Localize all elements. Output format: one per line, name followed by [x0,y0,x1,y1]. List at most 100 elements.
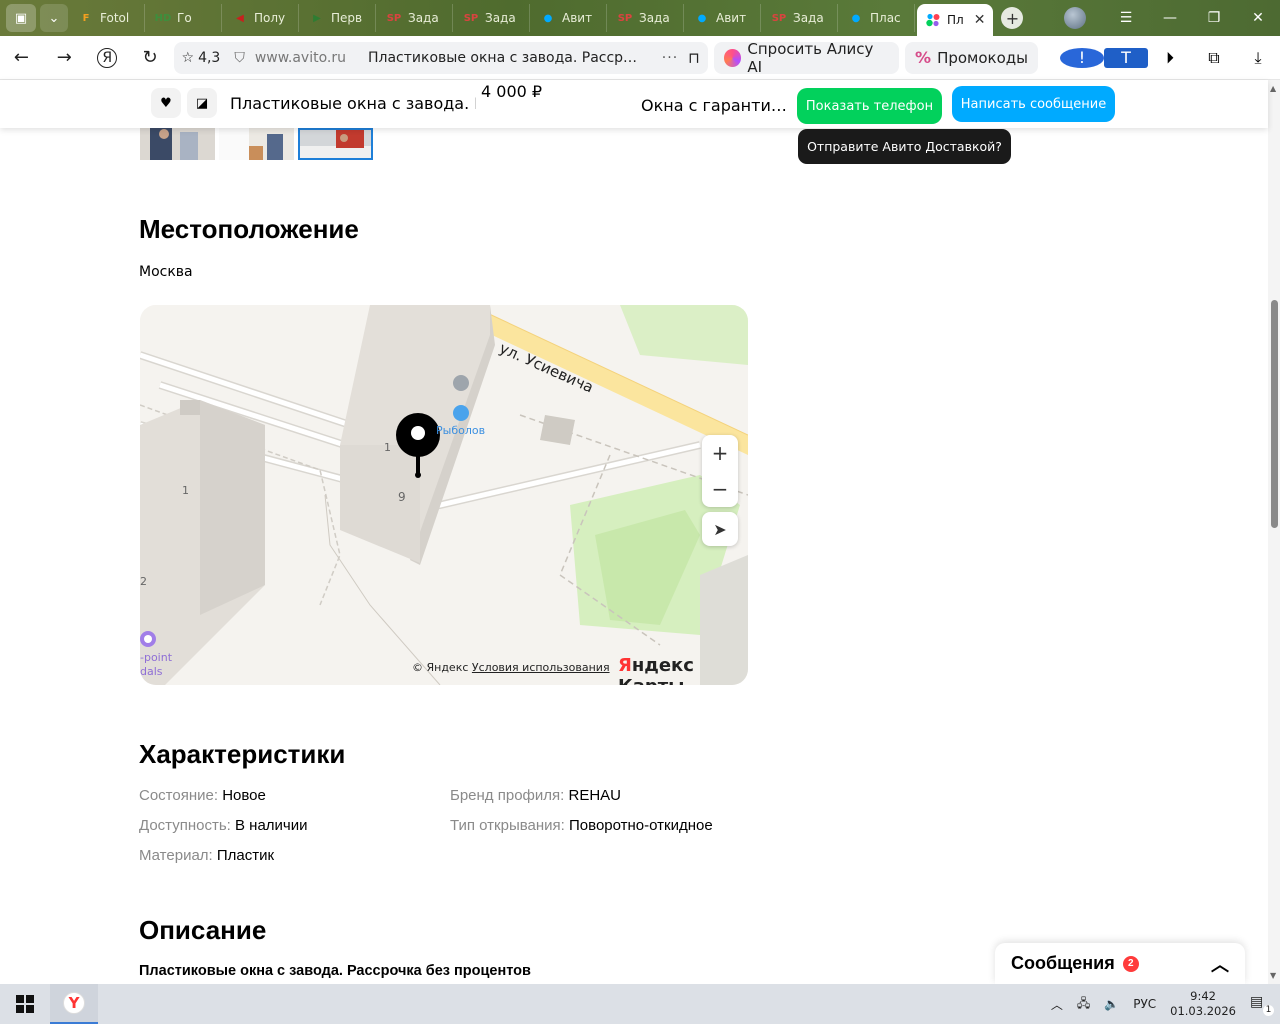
clock[interactable]: 9:42 01.03.2026 [1170,989,1236,1019]
tab-favicon-icon: HD [154,12,172,24]
os-taskbar: Y ︿ 🖧 🔈 РУС 9:42 01.03.2026 ▤ 1 [0,984,1280,1024]
map-house-number: 9 [398,490,406,504]
rating-value: 4,3 [198,49,221,66]
copyright-text: © Яндекс [412,661,469,674]
windows-icon [16,995,34,1013]
menu-icon[interactable]: ☰ [1104,10,1148,26]
map-poi2-line1: -point [140,651,173,664]
tab-favicon-icon: ◀ [236,12,244,24]
alice-label: Спросить Алису AI [747,39,874,76]
tab-active[interactable]: Пл ✕ [917,4,994,36]
scrollbar-thumb[interactable] [1271,300,1278,528]
bookmark-icon[interactable]: ⊓ [688,49,700,67]
location-city: Москва [139,264,193,280]
map-entrance-label: 1 [384,441,391,454]
thumbnail-1[interactable] [140,128,215,160]
language-indicator[interactable]: РУС [1133,997,1156,1011]
more-icon[interactable]: ··· [662,50,678,66]
forward-button[interactable]: → [43,36,86,80]
site-rating[interactable]: ☆ 4,3 [182,50,221,66]
tab-3[interactable]: ◀ Полу [224,4,299,32]
extension-shield-button[interactable]: ! [1060,47,1104,68]
messages-widget[interactable]: Сообщения 2 ︿ [995,943,1245,984]
map-label-2: 2 [140,575,147,588]
address-bar[interactable]: ☆ 4,3 ⛉ www.avito.ru Пластиковые окна с … [173,41,708,74]
char-row: Материал: Пластик [139,847,274,864]
zoom-out-button[interactable]: − [712,471,729,507]
translate-icon: T [1104,47,1148,68]
profile-avatar[interactable] [1064,7,1086,29]
sidebar-toggle-button[interactable]: ▣ [6,4,36,32]
tab-5[interactable]: SP Зада [378,4,453,32]
char-key: Доступность: [139,817,231,834]
tab-2[interactable]: HD Го [147,4,222,32]
tab-1[interactable]: F Fotol [70,4,145,32]
show-phone-button[interactable]: Показать телефон [797,88,942,124]
collections-button[interactable]: ⧉ [1192,48,1236,68]
char-key: Состояние: [139,787,219,804]
media-button[interactable]: ⏵ [1148,48,1192,68]
app-icon: ▣ [14,10,28,26]
downloads-button[interactable]: ⤓ [1236,48,1280,68]
back-button[interactable]: ← [0,36,43,80]
tray-chevron-icon[interactable]: ︿ [1051,996,1063,1013]
tab-11[interactable]: ● Плас [840,4,915,32]
ask-alice-button[interactable]: Спросить Алису AI [713,39,900,76]
zoom-in-button[interactable]: + [712,435,729,471]
sticky-title: Пластиковые окна с завода. Р… [230,94,476,113]
tab-10[interactable]: SP Зада [763,4,838,32]
close-icon[interactable]: ✕ [974,12,986,28]
address-bar-row: ← → Я ↻ ☆ 4,3 ⛉ www.avito.ru Пластиковые… [0,36,1280,80]
thumbnail-2[interactable] [219,128,294,160]
tab-favicon-icon: SP [771,12,787,24]
extension-translate-button[interactable]: T [1104,47,1148,68]
network-icon[interactable]: 🖧 [1077,994,1090,1015]
page-scrollbar[interactable]: ▲ ▼ [1268,80,1280,984]
tab-label: Зада [639,11,670,25]
taskbar-yandex-browser[interactable]: Y [50,984,98,1024]
minimize-icon[interactable]: — [1148,10,1192,26]
map[interactable]: ул. Усиевича Рыболов 9 1 1 2 -point dals… [140,305,748,685]
reload-icon: ↻ [142,47,158,68]
chevron-up-icon[interactable]: ︿ [1211,951,1229,977]
geolocate-button[interactable]: ➤ [702,512,738,546]
promo-button[interactable]: % Промокоды [905,41,1038,74]
tab-4[interactable]: ▶ Перв [301,4,376,32]
description-first-line: Пластиковые окна с завода. Рассрочка без… [139,963,531,979]
new-tab-button[interactable]: + [1001,7,1024,29]
location-heading: Местоположение [139,214,359,244]
scroll-up-icon[interactable]: ▲ [1270,84,1276,93]
terms-link[interactable]: Условия использования [472,661,610,674]
restore-icon[interactable]: ❐ [1192,10,1236,26]
tab-8[interactable]: SP Зада [609,4,684,32]
heart-icon: ♥ [160,95,172,111]
tabs-menu-button[interactable]: ⌄ [40,4,68,32]
write-message-button[interactable]: Написать сообщение [952,86,1115,122]
tab-label: Пл [947,13,964,27]
notifications-button[interactable]: ▤ 1 [1250,994,1274,1016]
domain-text: www.avito.ru [254,49,346,66]
close-window-icon[interactable]: ✕ [1236,10,1280,26]
tab-label: Авит [562,11,593,25]
tab-label: Го [177,11,192,25]
reload-button[interactable]: ↻ [129,36,172,80]
percent-icon: % [915,48,932,67]
sticky-price: 4 000 ₽ [481,82,543,101]
thumbnail-3-selected[interactable] [298,128,373,160]
tab-7[interactable]: ● Авит [532,4,607,32]
favorite-button[interactable]: ♥ [151,88,181,118]
window-controls: ☰ — ❐ ✕ [1064,7,1280,29]
map-canvas[interactable] [140,305,748,685]
shield-icon: ⛉ [234,49,245,66]
start-button[interactable] [0,984,50,1024]
char-row: Бренд профиля: REHAU [450,787,621,804]
tab-9[interactable]: ● Авит [686,4,761,32]
scroll-down-icon[interactable]: ▼ [1270,971,1276,980]
tab-6[interactable]: SP Зада [455,4,530,32]
yandex-button[interactable]: Я [86,36,129,80]
tab-favicon-icon: ● [697,12,707,24]
yandex-maps-logo[interactable]: Яндекс Карты [618,655,748,685]
note-button[interactable]: ◪ [187,88,217,118]
notification-icon: ▤ [1250,994,1264,1010]
volume-icon[interactable]: 🔈 [1104,997,1119,1011]
